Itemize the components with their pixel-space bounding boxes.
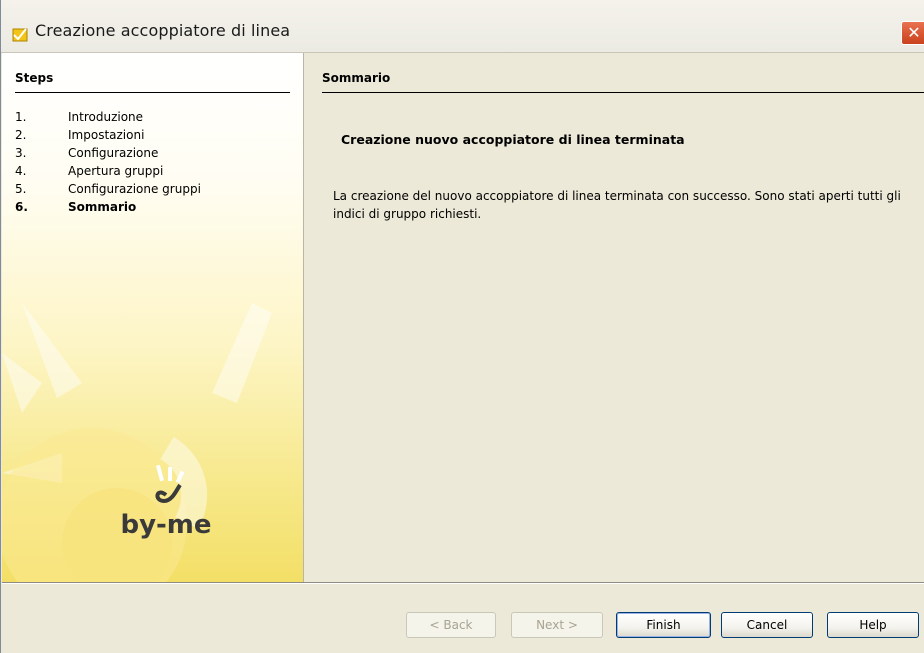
summary-message: La creazione del nuovo accoppiatore di l… <box>333 189 901 221</box>
step-number: 1. <box>15 110 27 124</box>
title-bar[interactable]: Creazione accoppiatore di linea ✕ <box>1 0 924 53</box>
logo-text: by-me <box>120 510 211 540</box>
step-label: Configurazione <box>68 146 159 160</box>
wizard-window: Creazione accoppiatore di linea ✕ Steps … <box>0 0 924 653</box>
help-button[interactable]: Help <box>827 612 919 638</box>
by-me-logo: by-me <box>120 465 212 540</box>
cancel-button[interactable]: Cancel <box>721 612 813 638</box>
step-label: Impostazioni <box>68 128 145 142</box>
summary-title: Creazione nuovo accoppiatore di linea te… <box>341 132 685 147</box>
content-divider <box>322 92 924 93</box>
window-title: Creazione accoppiatore di linea <box>35 21 291 40</box>
button-bar-separator-highlight <box>2 583 924 584</box>
step-label: Configurazione gruppi <box>68 182 201 196</box>
step-label: Apertura gruppi <box>68 164 164 178</box>
step-number: 2. <box>15 128 27 142</box>
close-icon: ✕ <box>907 23 921 42</box>
finish-button[interactable]: Finish <box>616 612 711 638</box>
steps-sidebar: Steps 1. Introduzione 2. Impostazioni 3. Co… <box>2 53 303 582</box>
step-item: 5. Configurazione gruppi <box>15 182 201 196</box>
step-item-current: 6. Sommario <box>15 200 136 214</box>
step-item: 3. Configurazione <box>15 146 158 160</box>
step-label: Sommario <box>68 200 137 214</box>
step-item: 2. Impostazioni <box>15 128 144 142</box>
step-label: Introduzione <box>68 110 144 124</box>
step-number: 3. <box>15 146 27 160</box>
step-item: 4. Apertura gruppi <box>15 164 163 178</box>
steps-divider <box>15 92 290 93</box>
panel-divider <box>303 53 304 582</box>
back-button[interactable]: < Back <box>406 612 496 638</box>
next-button[interactable]: Next > <box>511 612 603 638</box>
step-number: 6. <box>15 200 28 214</box>
content-heading: Sommario <box>322 71 391 85</box>
close-button[interactable]: ✕ <box>901 21 924 45</box>
step-item: 1. Introduzione <box>15 110 143 124</box>
app-icon <box>12 28 28 42</box>
step-number: 4. <box>15 164 27 178</box>
step-number: 5. <box>15 182 27 196</box>
steps-heading: Steps <box>15 71 54 85</box>
